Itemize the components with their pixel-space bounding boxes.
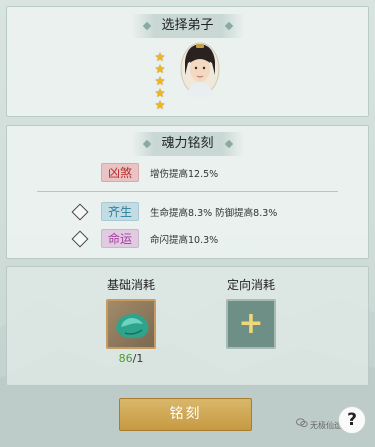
soul-engrave-panel: 魂力铭刻 凶煞 增伤提高12.5% 齐生 生命提高8.3% 防御提高8.3% 命… <box>6 125 369 259</box>
item-need-count: /1 <box>132 352 144 365</box>
basic-cost-column: 基础消耗 86/1 <box>96 277 166 365</box>
attribute-tag: 凶煞 <box>101 163 139 182</box>
attribute-tag: 齐生 <box>101 202 139 221</box>
engrave-button[interactable]: 铭刻 <box>119 398 252 431</box>
soul-engrave-title: 魂力铭刻 <box>131 132 244 156</box>
select-checkbox[interactable] <box>71 230 89 248</box>
plus-icon: + <box>238 306 264 341</box>
select-disciple-title: 选择弟子 <box>131 14 244 38</box>
attribute-tag: 命运 <box>101 229 139 248</box>
targeted-cost-label: 定向消耗 <box>226 278 275 292</box>
attribute-row[interactable]: 齐生 生命提高8.3% 防御提高8.3% <box>7 201 368 223</box>
attribute-row[interactable]: 命运 命闪提高10.3% <box>7 228 368 250</box>
targeted-cost-column: 定向消耗 + <box>216 277 286 349</box>
basic-cost-label: 基础消耗 <box>106 278 155 292</box>
item-have-count: 86 <box>118 352 133 365</box>
star-icon: ★ <box>154 98 166 112</box>
wechat-icon <box>296 418 308 428</box>
basic-cost-item-slot[interactable] <box>106 299 156 349</box>
jade-gem-icon <box>116 313 149 339</box>
attribute-text: 生命提高8.3% 防御提高8.3% <box>150 208 278 219</box>
attribute-text: 增伤提高12.5% <box>150 169 219 180</box>
attribute-row: 凶煞 增伤提高12.5% <box>7 162 368 184</box>
attribute-text: 命闪提高10.3% <box>150 235 219 246</box>
cost-panel: 基础消耗 86/1 定向消耗 + <box>6 266 369 386</box>
disciple-portrait[interactable] <box>179 41 221 97</box>
star-rating: ★ ★ ★ ★ ★ <box>154 51 168 111</box>
select-checkbox[interactable] <box>71 203 89 221</box>
select-disciple-panel: 选择弟子 ★ ★ ★ ★ ★ <box>6 6 369 117</box>
divider <box>37 191 338 192</box>
help-button[interactable]: ? <box>338 406 366 434</box>
item-count: 86/1 <box>96 352 166 365</box>
add-targeted-item-button[interactable]: + <box>226 299 276 349</box>
